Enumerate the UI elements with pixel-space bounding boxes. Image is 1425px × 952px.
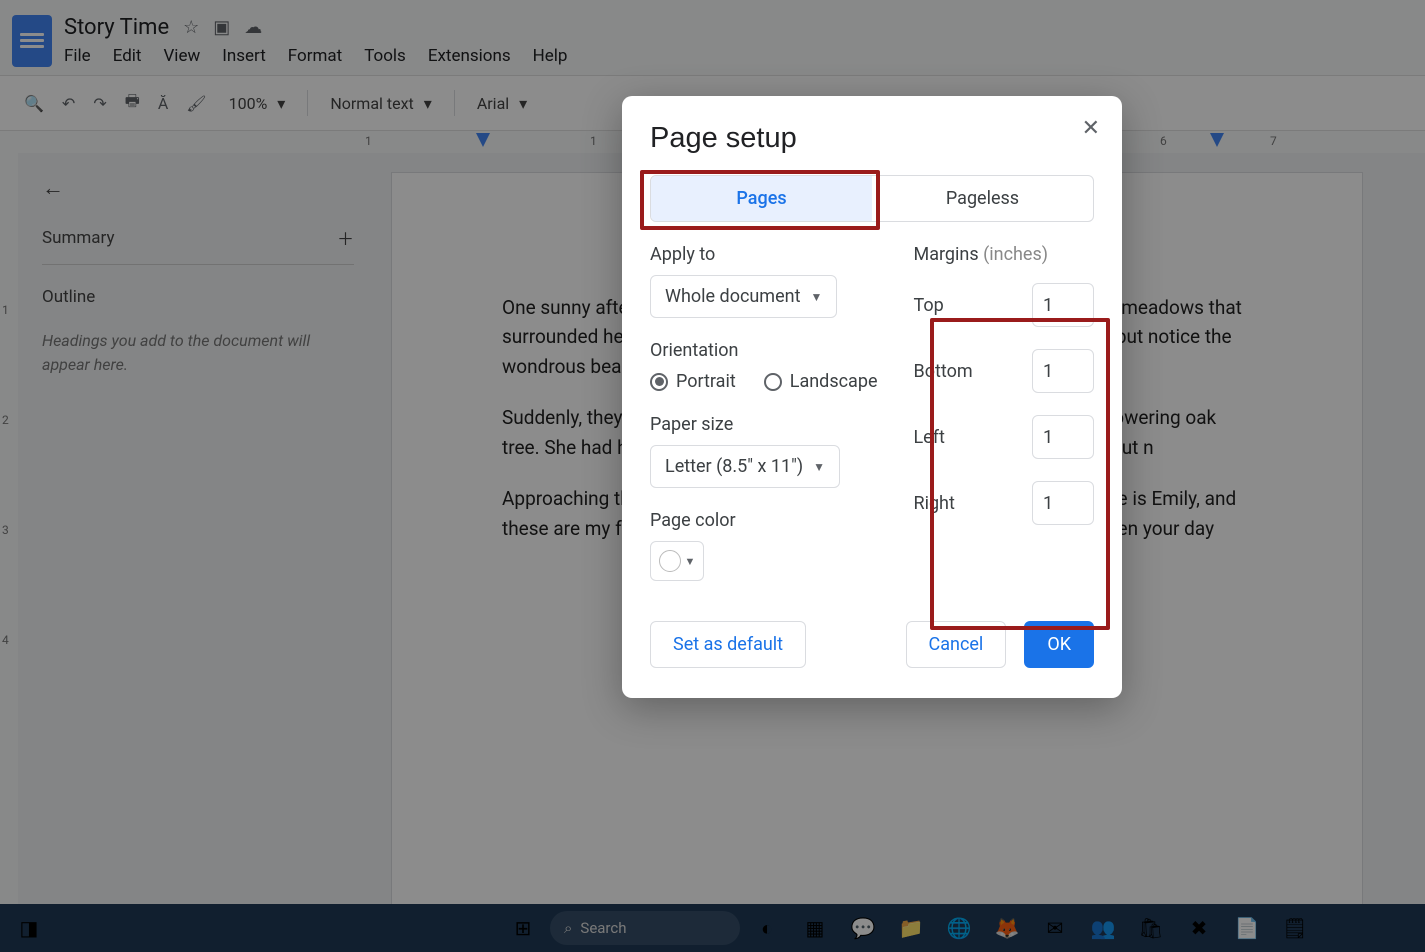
redo-icon[interactable]: ↷ <box>93 94 106 113</box>
margin-right-label: Right <box>913 493 954 514</box>
edge-icon[interactable]: 🌐 <box>938 910 980 946</box>
orientation-landscape-radio[interactable]: Landscape <box>764 371 878 392</box>
indent-marker-icon[interactable] <box>476 133 490 147</box>
docs-logo-icon[interactable] <box>12 15 52 67</box>
chat-icon[interactable]: 💬 <box>842 910 884 946</box>
file-explorer-icon[interactable]: 📁 <box>890 910 932 946</box>
paper-size-select[interactable]: Letter (8.5" x 11") ▼ <box>650 445 840 488</box>
margin-right-input[interactable] <box>1032 481 1094 525</box>
indent-marker-icon[interactable] <box>1210 133 1224 147</box>
star-icon[interactable]: ☆ <box>183 17 199 38</box>
page-setup-dialog: Page setup ✕ Pages Pageless Apply to Who… <box>622 96 1122 698</box>
docs-header: Story Time ☆ ▣ ☁ File Edit View Insert F… <box>0 0 1425 75</box>
ruler-tick: 7 <box>1270 134 1277 148</box>
radio-label: Portrait <box>676 371 736 392</box>
tab-pages[interactable]: Pages <box>651 176 872 221</box>
margins-label: Margins (inches) <box>913 244 1094 265</box>
add-summary-icon[interactable]: ＋ <box>337 225 354 250</box>
menu-file[interactable]: File <box>64 46 91 66</box>
cloud-icon[interactable]: ☁ <box>244 17 262 38</box>
page-color-select[interactable]: ▼ <box>650 541 704 581</box>
spellcheck-icon[interactable]: Ă <box>158 94 168 113</box>
vertical-ruler[interactable]: 1 2 3 4 <box>0 153 18 904</box>
ruler-tick: 1 <box>590 134 597 148</box>
notepad-icon[interactable]: 📄 <box>1226 910 1268 946</box>
summary-heading: Summary <box>42 228 114 248</box>
outline-heading: Outline <box>42 287 354 307</box>
dialog-title: Page setup <box>650 122 1094 155</box>
search-icon: ⌕ <box>564 919 572 937</box>
tab-pageless[interactable]: Pageless <box>872 176 1093 221</box>
menu-format[interactable]: Format <box>288 46 342 66</box>
ok-button[interactable]: OK <box>1024 621 1094 668</box>
vruler-tick: 3 <box>2 523 9 537</box>
search-icon[interactable]: 🔍 <box>24 94 44 113</box>
chevron-down-icon: ▼ <box>685 555 696 568</box>
outline-sidebar: ← Summary ＋ Outline Headings you add to … <box>18 153 378 904</box>
margin-left-label: Left <box>913 427 944 448</box>
vruler-tick: 1 <box>2 303 9 317</box>
menu-bar: File Edit View Insert Format Tools Exten… <box>64 46 567 66</box>
outlook-icon[interactable]: ✉ <box>1034 910 1076 946</box>
ruler-tick: 1 <box>365 134 372 148</box>
set-as-default-button[interactable]: Set as default <box>650 621 806 668</box>
margin-bottom-label: Bottom <box>913 361 972 382</box>
search-placeholder: Search <box>580 919 626 937</box>
print-icon[interactable]: 🖶 <box>125 90 140 117</box>
xbox-icon[interactable]: ✖ <box>1178 910 1220 946</box>
ruler-tick: 6 <box>1160 134 1167 148</box>
color-swatch-icon <box>659 550 681 572</box>
task-view-icon[interactable]: ▦ <box>794 910 836 946</box>
orientation-portrait-radio[interactable]: Portrait <box>650 371 736 392</box>
menu-tools[interactable]: Tools <box>364 46 406 66</box>
menu-extensions[interactable]: Extensions <box>428 46 511 66</box>
menu-help[interactable]: Help <box>533 46 568 66</box>
sticky-notes-icon[interactable]: 🗒 <box>1274 910 1316 946</box>
radio-label: Landscape <box>790 371 878 392</box>
store-icon[interactable]: 🛍 <box>1130 910 1172 946</box>
widgets-icon[interactable]: ◨ <box>8 910 50 946</box>
apply-to-select[interactable]: Whole document ▼ <box>650 275 837 318</box>
dialog-tabs: Pages Pageless <box>650 175 1094 222</box>
chevron-down-icon: ▼ <box>813 460 825 474</box>
outline-hint: Headings you add to the document will ap… <box>42 329 354 377</box>
page-color-label: Page color <box>650 510 877 531</box>
menu-edit[interactable]: Edit <box>113 46 142 66</box>
copilot-icon[interactable]: ◐ <box>746 910 788 946</box>
cancel-button[interactable]: Cancel <box>906 621 1007 668</box>
chevron-down-icon: ▼ <box>810 290 822 304</box>
radio-checked-icon <box>650 373 668 391</box>
paint-format-icon[interactable]: 🖌 <box>186 94 206 113</box>
move-icon[interactable]: ▣ <box>213 17 230 38</box>
firefox-icon[interactable]: 🦊 <box>986 910 1028 946</box>
paper-size-value: Letter (8.5" x 11") <box>665 456 803 477</box>
collapse-sidebar-icon[interactable]: ← <box>42 175 354 201</box>
apply-to-value: Whole document <box>665 286 800 307</box>
taskbar-search[interactable]: ⌕ Search <box>550 911 740 945</box>
windows-taskbar: ◨ ⊞ ⌕ Search ◐ ▦ 💬 📁 🌐 🦊 ✉ 👥 🛍 ✖ 📄 🗒 <box>0 904 1425 952</box>
margin-left-input[interactable] <box>1032 415 1094 459</box>
vruler-tick: 2 <box>2 413 9 427</box>
document-title[interactable]: Story Time <box>64 15 169 40</box>
start-icon[interactable]: ⊞ <box>502 910 544 946</box>
paper-size-label: Paper size <box>650 414 877 435</box>
font-select[interactable]: Arial▾ <box>473 94 531 113</box>
undo-icon[interactable]: ↶ <box>62 94 75 113</box>
margin-bottom-input[interactable] <box>1032 349 1094 393</box>
zoom-select[interactable]: 100%▾ <box>225 94 290 113</box>
vruler-tick: 4 <box>2 633 9 647</box>
style-select[interactable]: Normal text▾ <box>326 94 435 113</box>
menu-view[interactable]: View <box>163 46 200 66</box>
menu-insert[interactable]: Insert <box>222 46 266 66</box>
close-icon[interactable]: ✕ <box>1082 116 1100 141</box>
teams-icon[interactable]: 👥 <box>1082 910 1124 946</box>
orientation-label: Orientation <box>650 340 877 361</box>
margin-top-input[interactable] <box>1032 283 1094 327</box>
margin-top-label: Top <box>913 295 943 316</box>
apply-to-label: Apply to <box>650 244 877 265</box>
radio-unchecked-icon <box>764 373 782 391</box>
